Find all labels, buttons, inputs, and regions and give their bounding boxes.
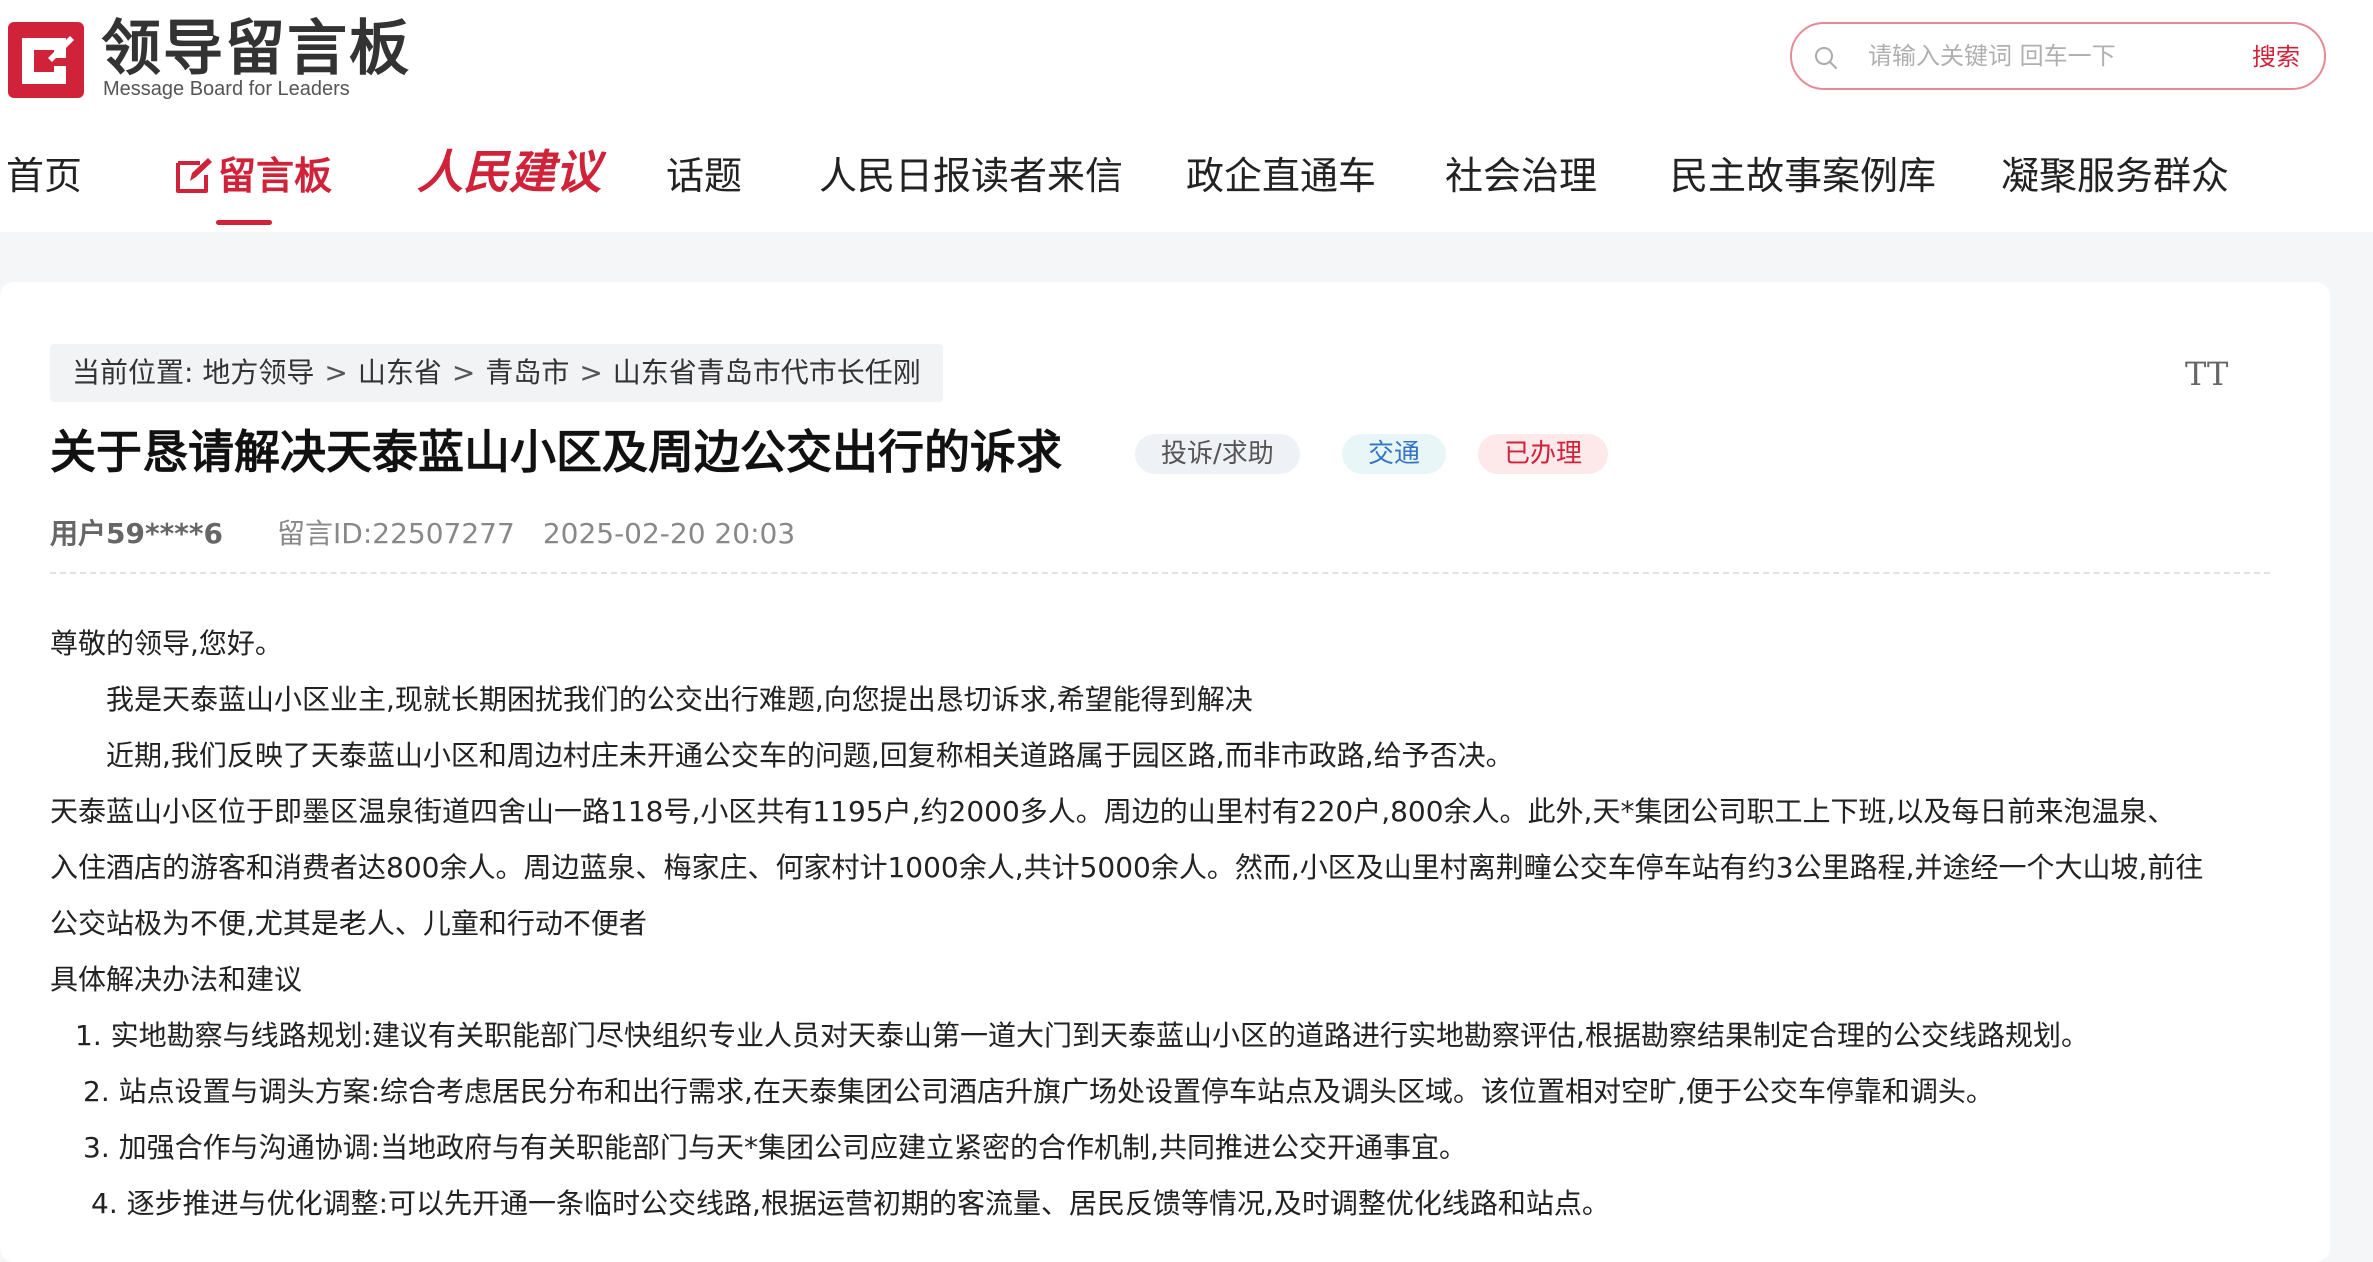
breadcrumb-item[interactable]: 山东省 <box>358 344 442 402</box>
nav-item-peoples-suggestions[interactable]: 人民建议 <box>417 140 601 204</box>
nav-item-message-board[interactable]: 留言板 <box>174 150 332 202</box>
message-body: 尊敬的领导,您好。 我是天泰蓝山小区业主,现就长期困扰我们的公交出行难题,向您提… <box>50 616 2280 1232</box>
list-item: 1. 实地勘察与线路规划:建议有关职能部门尽快组织专业人员对天泰山第一道大门到天… <box>75 1019 2089 1052</box>
body-paragraph: 天泰蓝山小区位于即墨区温泉街道四舍山一路118号,小区共有1195户,约2000… <box>50 795 2176 828</box>
breadcrumb-separator: > <box>451 356 476 389</box>
breadcrumb-item[interactable]: 地方领导 <box>202 344 314 402</box>
message-id: 留言ID:22507277 <box>277 517 515 550</box>
list-item: 2. 站点设置与调头方案:综合考虑居民分布和出行需求,在天泰集团公司酒店升旗广场… <box>83 1075 1994 1108</box>
search-button[interactable]: 搜索 <box>2252 40 2300 74</box>
logo-subtitle: Message Board for Leaders <box>103 78 350 100</box>
breadcrumb: 当前位置: 地方领导 > 山东省 > 青岛市 > 山东省青岛市代市长任刚 <box>50 344 943 402</box>
page-title: 关于恳请解决天泰蓝山小区及周边公交出行的诉求 <box>50 425 1062 479</box>
breadcrumb-separator: > <box>324 356 348 389</box>
breadcrumb-item[interactable]: 青岛市 <box>485 344 569 402</box>
logo-icon[interactable] <box>8 22 84 98</box>
category-tag: 投诉/求助 <box>1135 434 1300 474</box>
topic-tag: 交通 <box>1342 434 1447 474</box>
logo-title[interactable]: 领导留言板 <box>101 14 411 84</box>
status-badge: 已办理 <box>1478 434 1609 474</box>
nav-item-home[interactable]: 首页 <box>6 150 82 202</box>
nav-item-message-board-label: 留言板 <box>218 154 333 198</box>
nav-item-topics[interactable]: 话题 <box>666 150 742 202</box>
site-header: 领导留言板 Message Board for Leaders 搜索 首页 留言… <box>0 0 2373 232</box>
nav-active-indicator <box>216 220 272 225</box>
search-box: 搜索 <box>1790 22 2326 90</box>
author-name: 用户59****6 <box>50 517 224 550</box>
nav-item-serve-people[interactable]: 凝聚服务群众 <box>2001 150 2229 202</box>
message-meta: 用户59****6 留言ID:22507277 2025-02-20 20:03 <box>50 514 795 554</box>
main-nav: 首页 留言板 话题 人民日报读者来信 政企直通车 社会治理 民主故事案例库 凝聚… <box>0 140 2373 225</box>
message-detail-card: 当前位置: 地方领导 > 山东省 > 青岛市 > 山东省青岛市代市长任刚 TT 关于恳请解决… <box>0 282 2330 1262</box>
list-item: 3. 加强合作与沟通协调:当地政府与有关职能部门与天*集团公司应建立紧密的合作机… <box>83 1131 1467 1164</box>
nav-item-democracy-stories[interactable]: 民主故事案例库 <box>1670 150 1936 202</box>
list-item: 4. 逐步推进与优化调整:可以先开通一条临时公交线路,根据运营初期的客流量、居民… <box>91 1187 1610 1220</box>
body-paragraph: 近期,我们反映了天泰蓝山小区和周边村庄未开通公交车的问题,回复称相关道路属于园区… <box>106 739 1514 772</box>
edit-icon <box>176 158 212 193</box>
message-datetime: 2025-02-20 20:03 <box>542 517 796 550</box>
search-icon <box>1815 47 1837 69</box>
body-paragraph: 入住酒店的游客和消费者达800余人。周边蓝泉、梅家庄、何家村计1000余人,共计… <box>50 851 2204 884</box>
body-paragraph: 公交站极为不便,尤其是老人、儿童和行动不便者 <box>50 907 647 940</box>
nav-item-social-governance[interactable]: 社会治理 <box>1445 150 1597 202</box>
breadcrumb-item[interactable]: 山东省青岛市代市长任刚 <box>613 344 921 402</box>
body-paragraph: 我是天泰蓝山小区业主,现就长期困扰我们的公交出行难题,向您提出恳切诉求,希望能得… <box>106 683 1253 716</box>
breadcrumb-separator: > <box>579 356 603 389</box>
search-input[interactable] <box>1868 38 2208 74</box>
font-size-icon[interactable]: TT <box>2185 354 2228 394</box>
divider <box>50 572 2270 574</box>
body-paragraph: 尊敬的领导,您好。 <box>50 627 283 660</box>
body-paragraph: 具体解决办法和建议 <box>50 963 303 996</box>
breadcrumb-label: 当前位置: <box>72 356 194 389</box>
nav-item-readers-letters[interactable]: 人民日报读者来信 <box>819 150 1123 202</box>
nav-item-gov-enterprise[interactable]: 政企直通车 <box>1186 150 1376 202</box>
